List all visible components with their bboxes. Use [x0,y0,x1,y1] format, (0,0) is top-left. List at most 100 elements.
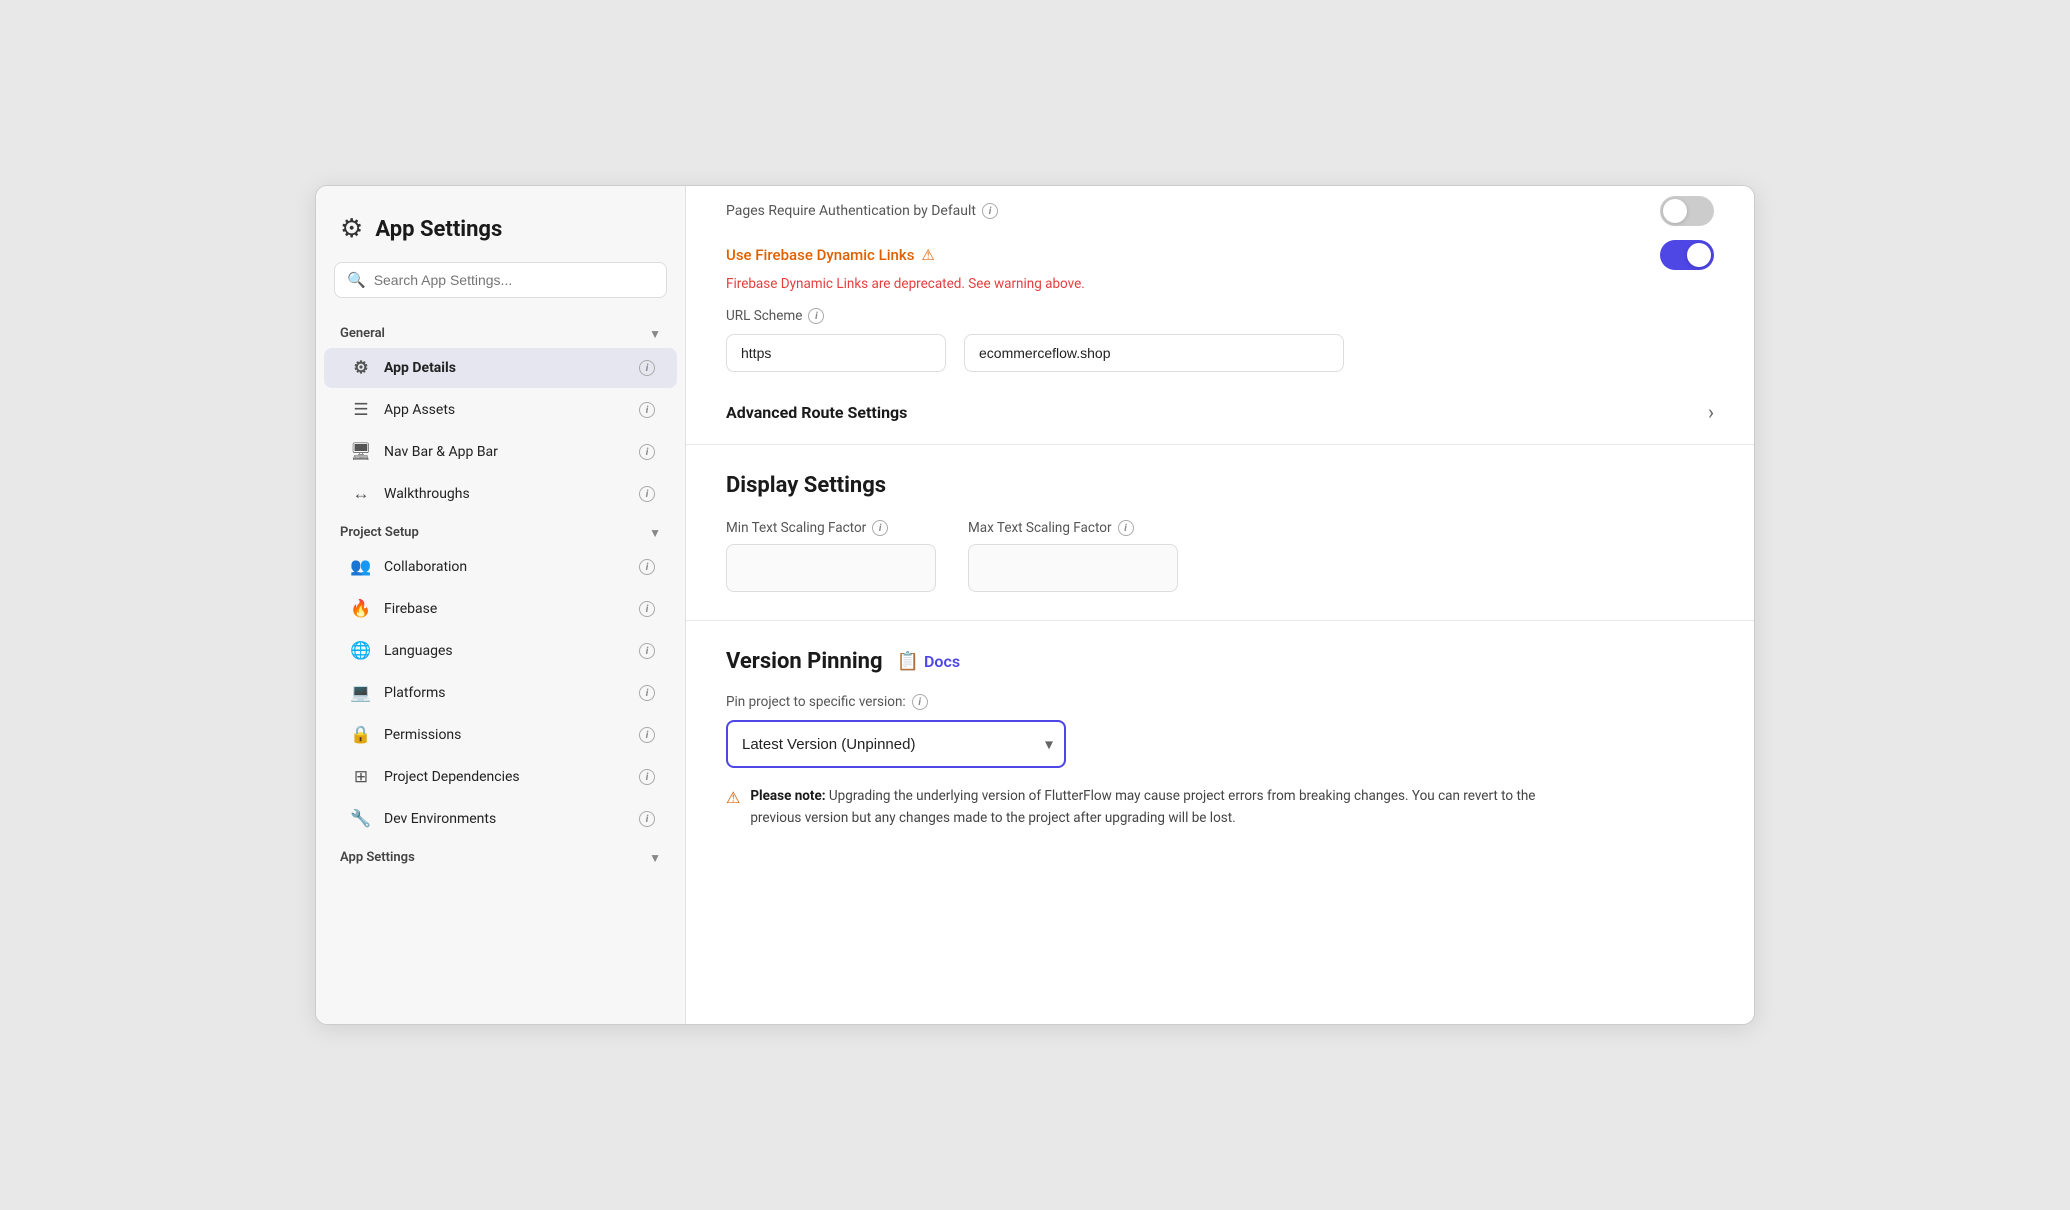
firebase-toggle[interactable] [1660,240,1714,270]
toggle-knob [1663,199,1687,223]
advanced-route-label: Advanced Route Settings [726,403,907,422]
note-box: ⚠ Please note: Upgrading the underlying … [726,786,1546,829]
people-icon: 👥 [350,557,372,577]
search-container[interactable]: 🔍 [334,262,667,298]
info-icon: i [982,203,998,219]
info-icon: i [639,559,655,575]
sidebar-item-dev-environments[interactable]: 🔧 Dev Environments i [324,799,677,839]
arrows-icon: ↔ [350,484,372,504]
advanced-route-row[interactable]: Advanced Route Settings › [726,390,1714,426]
sidebar-item-permissions[interactable]: 🔒 Permissions i [324,715,677,755]
sidebar-item-label: Nav Bar & App Bar [384,444,498,460]
scaling-row: Min Text Scaling Factor i Max Text Scali… [726,520,1714,592]
info-icon: i [639,769,655,785]
sidebar-item-platforms[interactable]: 💻 Platforms i [324,673,677,713]
sidebar-item-firebase[interactable]: 🔥 Firebase i [324,589,677,629]
firebase-deprecated-text: Firebase Dynamic Links are deprecated. S… [726,276,1714,292]
globe-icon: 🌐 [350,641,372,661]
warning-icon: ⚠ [921,246,934,264]
docs-icon: 📋 [897,651,919,672]
sidebar-item-label: App Details [384,360,456,376]
sidebar-item-label: Dev Environments [384,811,496,827]
docs-link-label: Docs [924,652,960,671]
note-body: Upgrading the underlying version of Flut… [750,788,1535,826]
info-icon: i [639,360,655,376]
max-scaling-text: Max Text Scaling Factor [968,520,1112,536]
sidebar-header: ⚙ App Settings [316,186,685,262]
sidebar-title: App Settings [375,217,502,242]
sidebar-item-label: Project Dependencies [384,769,520,785]
docs-link[interactable]: 📋 Docs [897,651,960,672]
firebase-label-text: Use Firebase Dynamic Links [726,246,914,264]
url-scheme-input-right[interactable] [964,334,1344,372]
sidebar-item-label: Firebase [384,601,437,617]
sidebar-item-project-dependencies[interactable]: ⊞ Project Dependencies i [324,757,677,797]
grid-icon: ⊞ [350,767,372,787]
section-label-general: General [340,326,385,341]
pin-label: Pin project to specific version: i [726,694,1714,710]
chevron-right-icon: › [1708,400,1714,424]
sidebar-item-app-details[interactable]: ⚙ App Details i [324,348,677,388]
firebase-label: Use Firebase Dynamic Links ⚠ [726,246,935,264]
info-icon: i [639,601,655,617]
chevron-down-icon: ▼ [649,526,661,540]
list-icon: ☰ [350,400,372,420]
min-scaling-label: Min Text Scaling Factor i [726,520,936,536]
version-pinning-header: Version Pinning 📋 Docs [726,649,1714,674]
url-scheme-label: URL Scheme i [726,308,1714,324]
version-pinning-block: Version Pinning 📋 Docs Pin project to sp… [686,621,1754,857]
note-bold: Please note: [750,788,825,804]
sidebar-item-label: App Assets [384,402,455,418]
max-scaling-group: Max Text Scaling Factor i [968,520,1178,592]
sidebar-item-app-assets[interactable]: ☰ App Assets i [324,390,677,430]
min-scaling-group: Min Text Scaling Factor i [726,520,936,592]
firebase-links-row: Use Firebase Dynamic Links ⚠ [726,240,1714,270]
search-icon: 🔍 [347,271,366,289]
url-scheme-input-left[interactable] [726,334,946,372]
monitor-icon: 🖥 [350,442,372,462]
chevron-down-icon: ▼ [649,327,661,341]
info-icon: i [639,486,655,502]
main-content: Pages Require Authentication by Default … [686,186,1754,1024]
sidebar-section-project-setup[interactable]: Project Setup ▼ [316,515,685,546]
sidebar-item-label: Walkthroughs [384,486,470,502]
pin-label-text: Pin project to specific version: [726,694,906,710]
min-scaling-text: Min Text Scaling Factor [726,520,866,536]
pages-auth-text: Pages Require Authentication by Default [726,203,976,219]
info-icon: i [912,694,928,710]
note-text: Please note: Upgrading the underlying ve… [750,786,1546,829]
pages-auth-label: Pages Require Authentication by Default … [726,203,998,219]
info-icon: i [639,685,655,701]
fire-icon: 🔥 [350,599,372,619]
sidebar-item-collaboration[interactable]: 👥 Collaboration i [324,547,677,587]
desktop-icon: 💻 [350,683,372,703]
url-inputs-row [726,334,1714,372]
sidebar-section-app-settings[interactable]: App Settings ▼ [316,840,685,871]
sidebar-item-languages[interactable]: 🌐 Languages i [324,631,677,671]
version-select[interactable]: Latest Version (Unpinned) v4.0 v3.9 v3.8 [726,720,1066,768]
section-label-app-settings: App Settings [340,850,415,865]
gear-icon: ⚙ [350,358,372,378]
sidebar-section-general[interactable]: General ▼ [316,316,685,347]
sidebar-item-label: Languages [384,643,453,659]
sidebar: ⚙ App Settings 🔍 General ▼ ⚙ App Details… [316,186,686,1024]
max-scaling-input[interactable] [968,544,1178,592]
sidebar-item-walkthroughs[interactable]: ↔ Walkthroughs i [324,474,677,514]
pages-auth-toggle[interactable] [1660,196,1714,226]
toggle-knob [1687,243,1711,267]
display-settings-block: Display Settings Min Text Scaling Factor… [686,445,1754,621]
pages-auth-row: Pages Require Authentication by Default … [726,196,1714,226]
info-icon: i [639,811,655,827]
info-icon: i [808,308,824,324]
link-settings-block: Pages Require Authentication by Default … [686,186,1754,445]
info-icon: i [872,520,888,536]
sidebar-item-label: Platforms [384,685,446,701]
sidebar-item-navbar[interactable]: 🖥 Nav Bar & App Bar i [324,432,677,472]
chevron-down-icon: ▼ [649,851,661,865]
section-label-project-setup: Project Setup [340,525,419,540]
min-scaling-input[interactable] [726,544,936,592]
info-icon: i [1118,520,1134,536]
info-icon: i [639,444,655,460]
search-input[interactable] [374,272,654,288]
info-icon: i [639,402,655,418]
